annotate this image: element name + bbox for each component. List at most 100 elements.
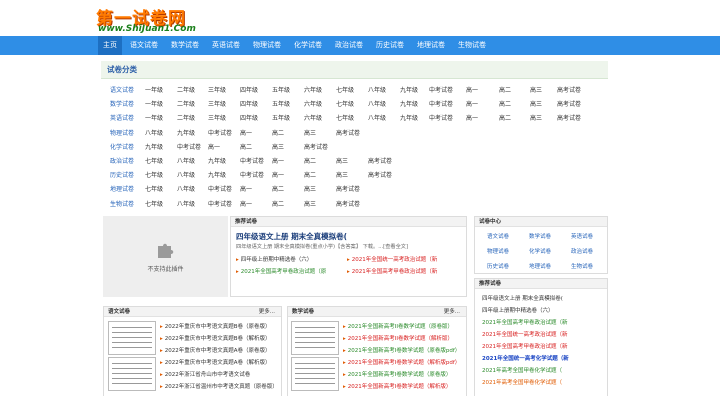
math-paper-item[interactable]: ▸ 2021年全国新高考I卷数学试题（原卷版pdf） xyxy=(343,346,460,354)
nav-item[interactable]: 语文试卷 xyxy=(125,36,163,55)
nav-home[interactable]: 主页 xyxy=(98,36,122,55)
category-link[interactable]: 中考试卷 xyxy=(240,170,264,182)
category-link[interactable]: 七年级 xyxy=(145,156,163,168)
category-link[interactable]: 高一 xyxy=(466,113,478,125)
category-link[interactable]: 四年级 xyxy=(240,113,258,125)
category-link[interactable]: 高三 xyxy=(304,184,316,196)
category-link[interactable]: 七年级 xyxy=(336,99,354,111)
category-link[interactable]: 六年级 xyxy=(304,99,322,111)
chinese-paper-item[interactable]: ▸ 2022年浙江省舟山市中考语文试卷 xyxy=(160,370,250,378)
chinese-paper-item[interactable]: ▸ 2022年浙江省温州市中考语文真题（原卷版） xyxy=(160,382,278,390)
category-link[interactable]: 二年级 xyxy=(177,113,195,125)
category-link[interactable]: 九年级 xyxy=(208,156,226,168)
side-recommend-item[interactable]: 2021年高考全国甲卷化学试题（ xyxy=(482,366,562,374)
category-label[interactable]: 物理试卷 xyxy=(110,128,134,140)
category-link[interactable]: 九年级 xyxy=(400,85,418,97)
center-link[interactable]: 化学试卷 xyxy=(529,247,551,255)
category-link[interactable]: 一年级 xyxy=(145,85,163,97)
chinese-paper-item[interactable]: ▸ 2022年重庆市中考语文真题B卷（原卷版） xyxy=(160,322,271,330)
category-link[interactable]: 七年级 xyxy=(145,184,163,196)
category-label[interactable]: 语文试卷 xyxy=(110,85,134,97)
category-link[interactable]: 高二 xyxy=(499,113,511,125)
category-link[interactable]: 三年级 xyxy=(208,99,226,111)
category-link[interactable]: 高二 xyxy=(272,128,284,140)
category-link[interactable]: 中考试卷 xyxy=(208,199,232,211)
category-link[interactable]: 八年级 xyxy=(368,113,386,125)
site-logo[interactable]: 第一试卷网 www.ShiJuan1.Com xyxy=(96,4,206,34)
category-link[interactable]: 高三 xyxy=(304,199,316,211)
math-paper-item[interactable]: ▸ 2021年全国新高考II卷数学试题（原卷版） xyxy=(343,322,453,330)
center-link[interactable]: 物理试卷 xyxy=(487,247,509,255)
category-link[interactable]: 一年级 xyxy=(145,113,163,125)
category-label[interactable]: 化学试卷 xyxy=(110,142,134,154)
recommend-link[interactable]: ▸ 2021年全国高考甲卷政治试题（新 xyxy=(347,267,437,275)
category-label[interactable]: 地理试卷 xyxy=(110,184,134,196)
category-link[interactable]: 中考试卷 xyxy=(429,113,453,125)
category-link[interactable]: 八年级 xyxy=(368,85,386,97)
category-link[interactable]: 三年级 xyxy=(208,113,226,125)
center-link[interactable]: 英语试卷 xyxy=(571,232,593,240)
nav-item[interactable]: 政治试卷 xyxy=(330,36,368,55)
category-link[interactable]: 六年级 xyxy=(304,113,322,125)
category-link[interactable]: 高三 xyxy=(530,85,542,97)
category-link[interactable]: 八年级 xyxy=(177,156,195,168)
category-link[interactable]: 九年级 xyxy=(400,113,418,125)
category-link[interactable]: 高一 xyxy=(240,199,252,211)
category-link[interactable]: 中考试卷 xyxy=(429,85,453,97)
category-label[interactable]: 数学试卷 xyxy=(110,99,134,111)
category-link[interactable]: 五年级 xyxy=(272,99,290,111)
category-label[interactable]: 政治试卷 xyxy=(110,156,134,168)
category-link[interactable]: 四年级 xyxy=(240,85,258,97)
category-link[interactable]: 八年级 xyxy=(177,199,195,211)
category-link[interactable]: 高二 xyxy=(304,170,316,182)
category-link[interactable]: 中考试卷 xyxy=(208,184,232,196)
math-paper-item[interactable]: ▸ 2021年全国新高考I卷数学试题（解析版pdf） xyxy=(343,358,460,366)
nav-item[interactable]: 化学试卷 xyxy=(289,36,327,55)
paper-thumbnail[interactable] xyxy=(108,321,156,355)
category-label[interactable]: 英语试卷 xyxy=(110,113,134,125)
category-link[interactable]: 高二 xyxy=(272,199,284,211)
category-link[interactable]: 八年级 xyxy=(368,99,386,111)
side-recommend-item[interactable]: 2021年全国高考甲卷政治试题（新 xyxy=(482,318,568,326)
side-recommend-item[interactable]: 2021年全国高考甲卷政治试题（新 xyxy=(482,342,568,350)
category-link[interactable]: 八年级 xyxy=(177,170,195,182)
side-recommend-item[interactable]: 2021年高考全国甲卷化学试题（ xyxy=(482,378,562,386)
category-link[interactable]: 高一 xyxy=(240,184,252,196)
side-recommend-item[interactable]: 四年级语文上册 期末全真模拟卷( xyxy=(482,294,563,302)
paper-thumbnail[interactable] xyxy=(291,357,339,391)
math-paper-item[interactable]: ▸ 2021年全国新高考I卷数学试题（原卷版） xyxy=(343,370,451,378)
side-recommend-item[interactable]: 2021年全国统一高考化学试题（新 xyxy=(482,354,569,362)
center-link[interactable]: 数学试卷 xyxy=(529,232,551,240)
category-link[interactable]: 高考试卷 xyxy=(557,99,581,111)
recommend-headline[interactable]: 四年级语文上册 期末全真模拟卷( xyxy=(236,231,347,242)
math-more-link[interactable]: 更多... xyxy=(444,307,460,317)
category-link[interactable]: 高三 xyxy=(336,156,348,168)
center-link[interactable]: 生物试卷 xyxy=(571,262,593,270)
nav-item[interactable]: 英语试卷 xyxy=(207,36,245,55)
chinese-more-link[interactable]: 更多... xyxy=(259,307,275,317)
category-link[interactable]: 三年级 xyxy=(208,85,226,97)
category-link[interactable]: 九年级 xyxy=(145,142,163,154)
category-link[interactable]: 五年级 xyxy=(272,113,290,125)
side-recommend-item[interactable]: 2021年全国统一高考政治试题（新 xyxy=(482,330,568,338)
category-link[interactable]: 高二 xyxy=(304,156,316,168)
category-link[interactable]: 高二 xyxy=(272,184,284,196)
category-link[interactable]: 四年级 xyxy=(240,99,258,111)
category-link[interactable]: 高一 xyxy=(240,128,252,140)
category-link[interactable]: 高考试卷 xyxy=(336,184,360,196)
category-link[interactable]: 高三 xyxy=(530,113,542,125)
category-link[interactable]: 八年级 xyxy=(145,128,163,140)
category-link[interactable]: 七年级 xyxy=(145,170,163,182)
nav-item[interactable]: 地理试卷 xyxy=(412,36,450,55)
category-link[interactable]: 高三 xyxy=(304,128,316,140)
category-link[interactable]: 高一 xyxy=(466,99,478,111)
category-link[interactable]: 中考试卷 xyxy=(208,128,232,140)
category-link[interactable]: 高二 xyxy=(240,142,252,154)
category-link[interactable]: 高二 xyxy=(499,85,511,97)
chinese-paper-item[interactable]: ▸ 2022年重庆市中考语文真题A卷（原卷版） xyxy=(160,346,271,354)
category-link[interactable]: 二年级 xyxy=(177,85,195,97)
paper-thumbnail[interactable] xyxy=(291,321,339,355)
category-link[interactable]: 七年级 xyxy=(145,199,163,211)
nav-item[interactable]: 物理试卷 xyxy=(248,36,286,55)
category-link[interactable]: 七年级 xyxy=(336,85,354,97)
